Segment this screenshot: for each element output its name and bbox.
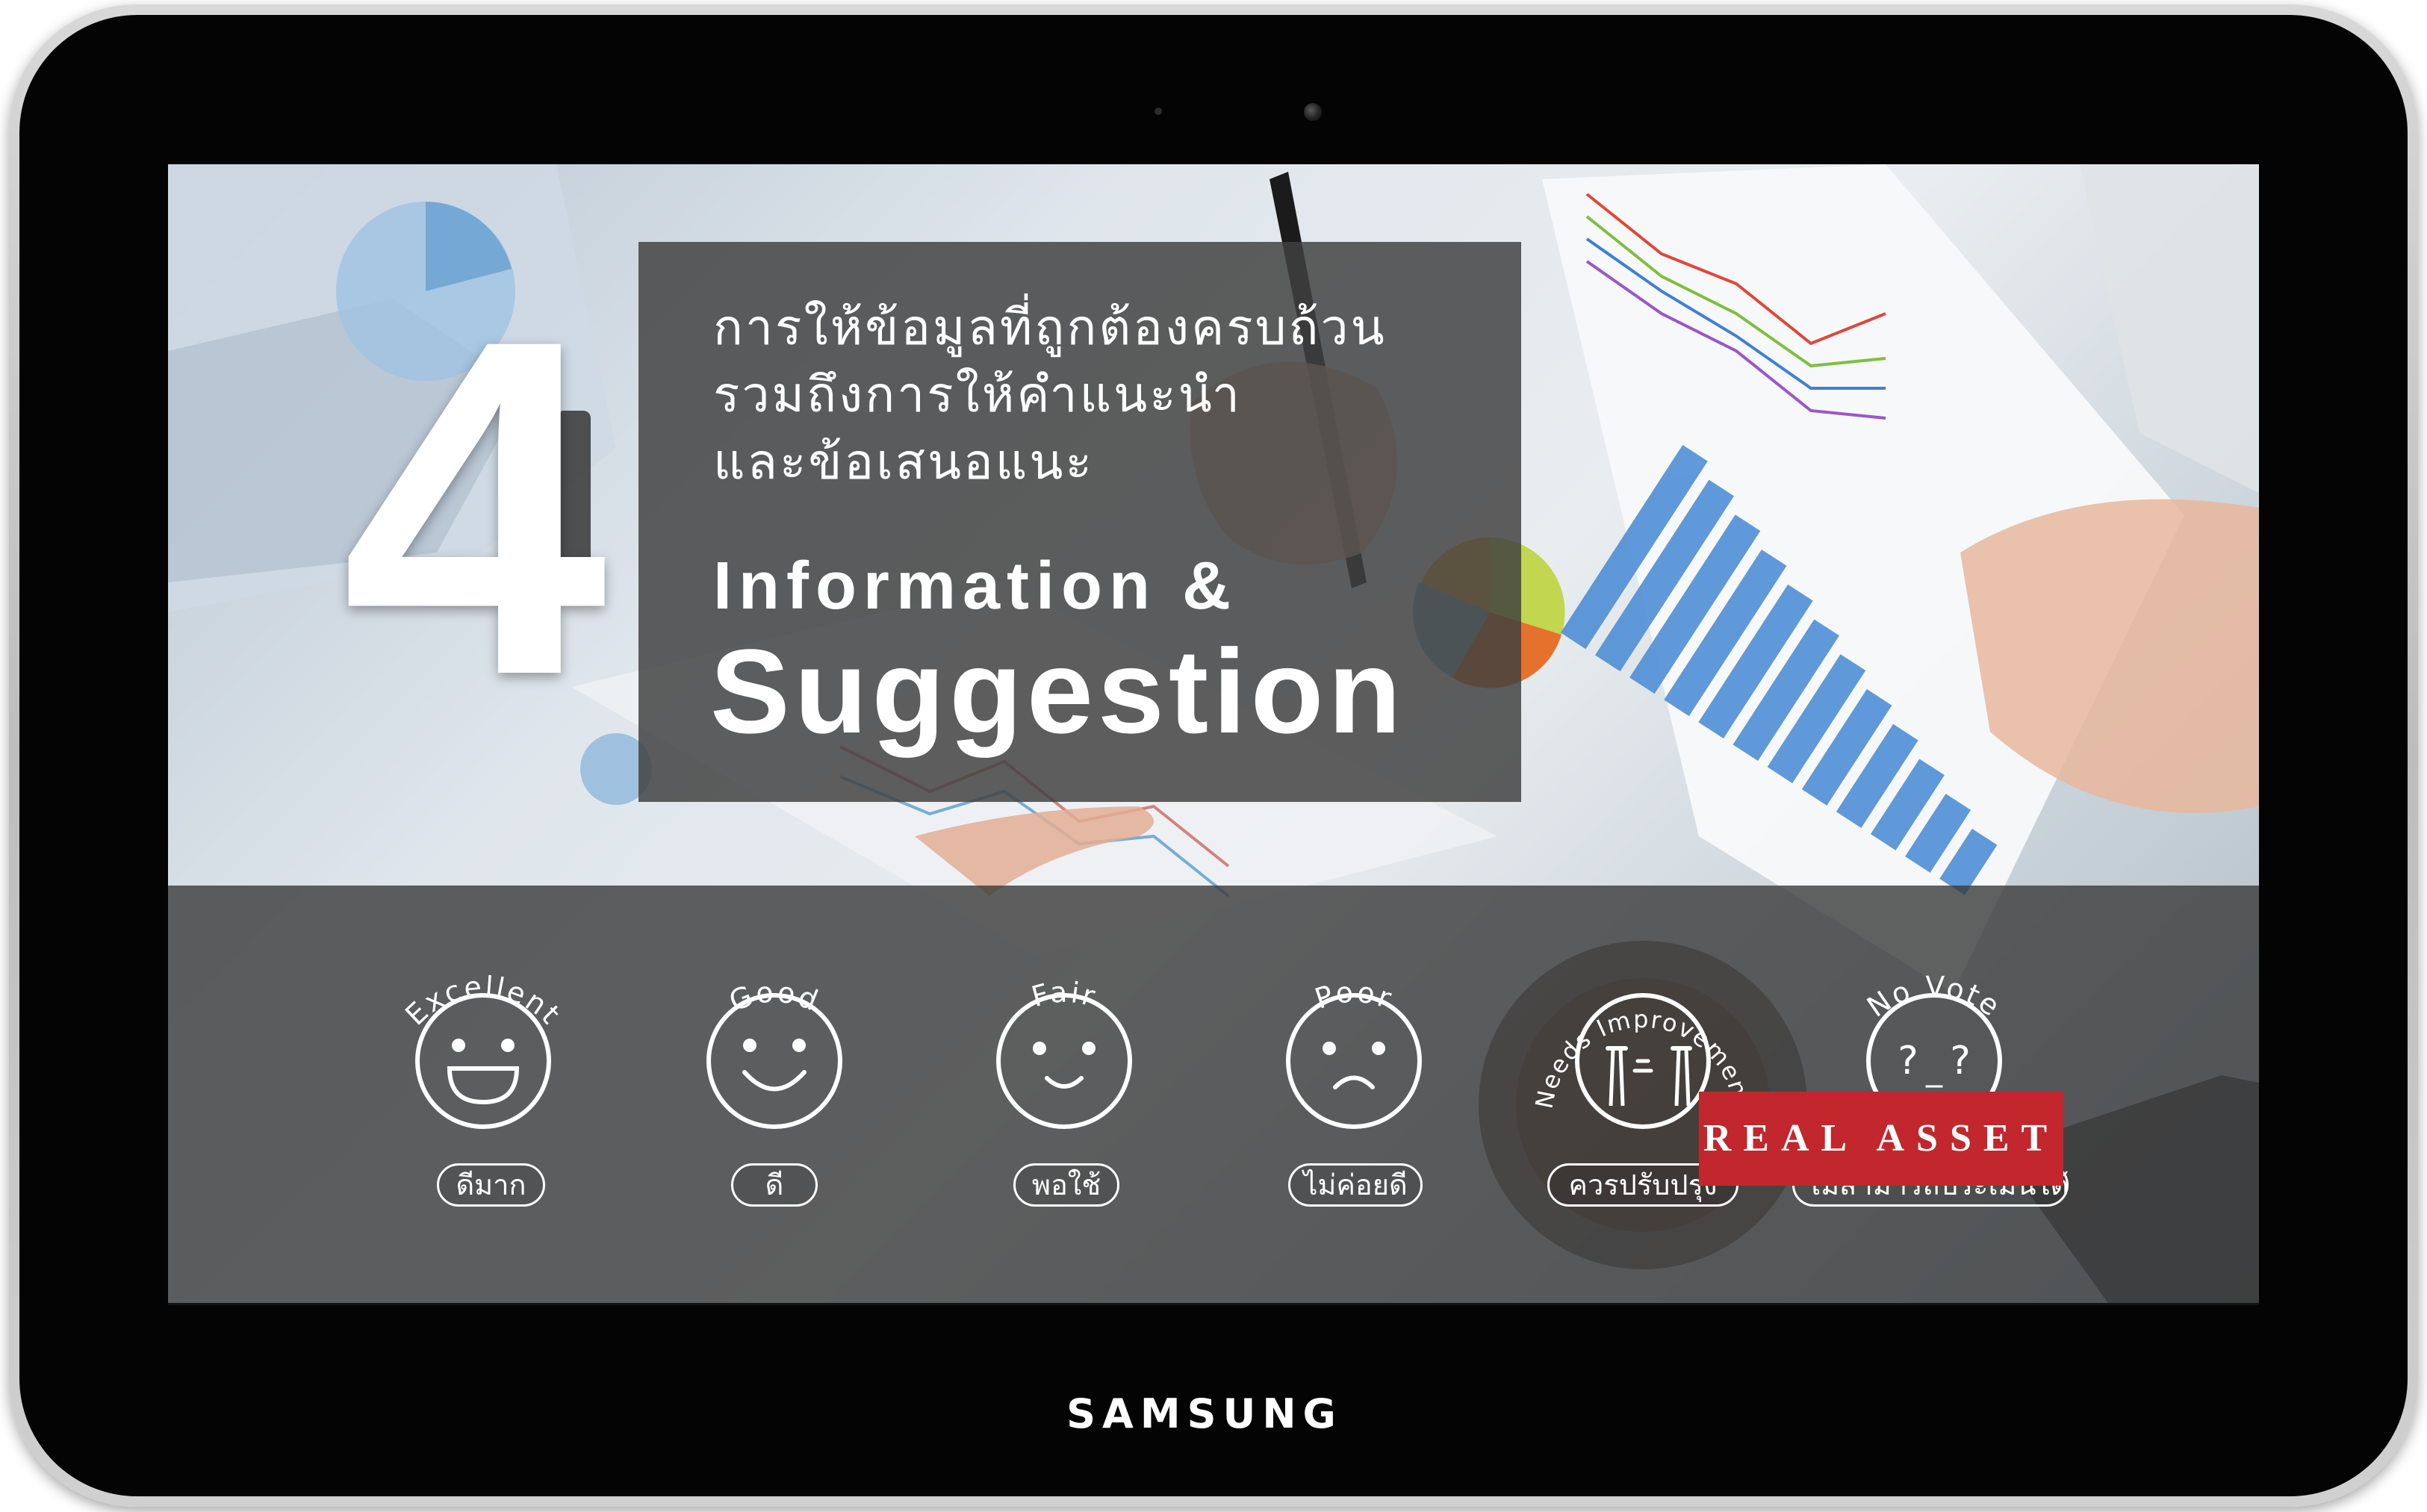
svg-text:?: ? xyxy=(1898,1039,1918,1083)
crying-face-icon xyxy=(1575,993,1711,1129)
rating-option-fair[interactable]: Fair พอใช้ xyxy=(930,886,1199,1304)
frown-face-icon xyxy=(1286,993,1422,1129)
english-title-line-2: Suggestion xyxy=(710,624,1406,758)
rating-option-good[interactable]: Good ดี xyxy=(640,886,909,1304)
title-panel: การให้ข้อมูลที่ถูกต้องครบถ้วน รวมถึงการใ… xyxy=(638,242,1521,802)
proximity-sensor xyxy=(1155,108,1162,115)
rating-option-poor[interactable]: Poor ไม่ค่อยดี xyxy=(1219,886,1488,1304)
device-brand-label: SAMSUNG xyxy=(1066,1390,1343,1437)
front-camera xyxy=(1304,103,1322,121)
slight-smile-face-icon xyxy=(996,993,1132,1129)
thai-title-line-1: การให้ข้อมูลที่ถูกต้องครบถ้วน xyxy=(713,299,1387,356)
svg-text:_: _ xyxy=(1925,1050,1943,1088)
rating-option-excellent[interactable]: Excellent ดีมาก xyxy=(349,886,618,1304)
rating-label-th: ไม่ค่อยดี xyxy=(1288,1163,1423,1207)
thai-title-line-2: รวมถึงการให้คำแนะนำ xyxy=(713,366,1242,423)
svg-text:?: ? xyxy=(1950,1039,1971,1083)
rating-label-th: ดี xyxy=(731,1163,818,1207)
slide-number: 4 xyxy=(341,240,607,774)
big-smile-face-icon xyxy=(415,993,551,1129)
rating-label-th: ดีมาก xyxy=(437,1163,545,1207)
thai-title-line-3: และข้อเสนอแนะ xyxy=(713,433,1094,491)
rating-label-th: พอใช้ xyxy=(1013,1163,1119,1207)
smile-face-icon xyxy=(706,993,842,1129)
screen-bottom-strip xyxy=(168,1303,2259,1305)
real-asset-logo: REAL ASSET xyxy=(1699,1092,2063,1186)
english-title-line-1: Information & xyxy=(713,549,1237,623)
